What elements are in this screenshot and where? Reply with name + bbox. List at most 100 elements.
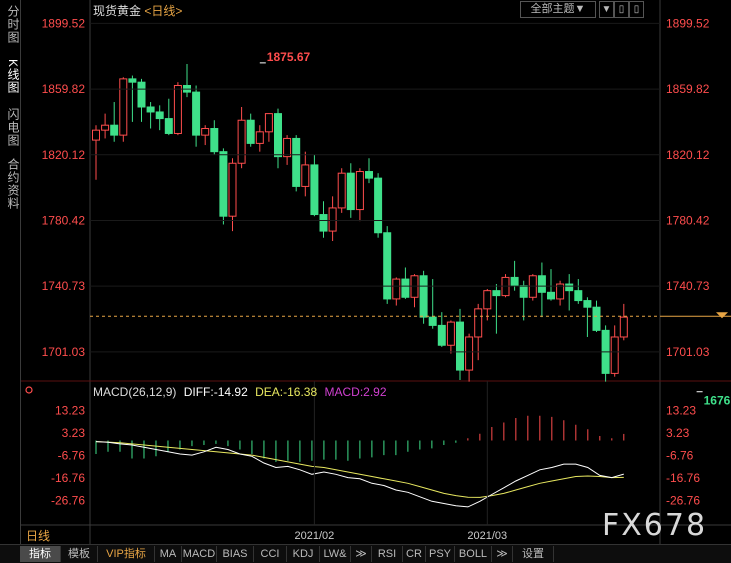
dea-value: DEA:-16.38 [255, 385, 318, 399]
candle-body [365, 171, 373, 179]
macd-tick-right: -16.76 [666, 471, 700, 485]
candle-body [446, 321, 455, 346]
macd-tick-right: 3.23 [666, 426, 690, 440]
candle-body [547, 291, 555, 300]
toolbar-tab-11[interactable]: CR [403, 546, 426, 562]
period-label[interactable]: 日线 [26, 527, 50, 544]
candle-body [110, 124, 119, 136]
toolbar-tab-1[interactable]: 模板 [61, 546, 98, 562]
macd-tick-left: -16.76 [51, 471, 85, 485]
sidebar-tab-kline[interactable]: K线图 [0, 54, 20, 100]
toolbar-tab-8[interactable]: LW& [320, 546, 351, 562]
chart-area: 1899.52 1899.52 1859.82 1859.82 1820.12 1820.… [20, 0, 731, 544]
candle-body [456, 321, 464, 371]
pane-close-icon [25, 386, 33, 394]
macd-tick-left: 3.23 [62, 426, 86, 440]
restore-button[interactable]: ▯ [614, 1, 629, 18]
toolbar-tab-9[interactable]: ≫ [351, 546, 372, 562]
current-price-marker-icon [716, 312, 728, 319]
price-tick-right: 1740.73 [666, 279, 710, 293]
macd-tick-right: -26.76 [666, 494, 700, 508]
candle-body [474, 308, 483, 338]
candle-body [565, 283, 574, 292]
toolbar-tab-10[interactable]: RSI [372, 546, 403, 562]
toolbar-tab-6[interactable]: CCI [254, 546, 287, 562]
macd-value: MACD:2.92 [324, 385, 387, 399]
toolbar-tab-12[interactable]: PSY [426, 546, 455, 562]
date-label: 2021/02 [295, 530, 335, 542]
candle-body [319, 214, 328, 232]
candle-body [401, 278, 410, 298]
toolbar-tab-13[interactable]: BOLL [455, 546, 492, 562]
price-tick-left: 1899.52 [42, 16, 86, 30]
candle-body [419, 275, 428, 318]
toolbar-tab-5[interactable]: BIAS [217, 546, 254, 562]
price-tick-left: 1701.03 [42, 345, 86, 359]
candle-body [519, 285, 528, 298]
toolbar-tab-3[interactable]: MA [155, 546, 182, 562]
chart-title: 现货黄金 <日线> [93, 2, 182, 19]
candle-body [374, 177, 383, 234]
candle-body [155, 111, 164, 120]
sidebar-tab-flash[interactable]: 闪电图 [0, 104, 20, 150]
candle-body [92, 129, 100, 141]
toolbar-tab-0[interactable]: 指标 [20, 546, 61, 562]
macd-pane [95, 415, 625, 508]
macd-axis: 13.23 13.23 3.23 3.23 -6.76 -6.76 -16.76 -16.76… [51, 404, 700, 508]
candle-body [337, 172, 346, 209]
candle-body [355, 171, 364, 211]
theme-dropdown[interactable]: 全部主题▼ [520, 1, 596, 18]
candle-body [619, 316, 628, 338]
candle-body [537, 275, 546, 293]
candle-body [292, 137, 301, 187]
watermark: FX678 [602, 508, 708, 543]
macd-tick-left: 13.23 [55, 404, 85, 418]
macd-tick-right: 13.23 [666, 404, 696, 418]
candle-body [301, 164, 310, 187]
symbol-name: 现货黄金 [93, 4, 142, 18]
sidebar-tab-timeshare[interactable]: 分时图 [0, 4, 20, 44]
toolbar-tab-14[interactable]: ≫ [492, 546, 513, 562]
maximize-button[interactable]: ▯ [629, 1, 644, 18]
date-axis: 2021/02 2021/03 [295, 381, 507, 542]
price-tick-right: 1899.52 [666, 16, 710, 30]
low-price-label: 1676.91 [704, 394, 731, 408]
sidebar-tab-contract[interactable]: 合约资料 [0, 154, 20, 214]
candle-body [146, 106, 155, 113]
candle-body [383, 232, 392, 300]
minimize-button[interactable]: ▼ [599, 1, 614, 18]
price-tick-left: 1740.73 [42, 279, 86, 293]
candle-body [164, 118, 173, 134]
macd-name: MACD(26,12,9) [93, 385, 177, 399]
candle-body [201, 128, 210, 136]
candle-body [246, 119, 255, 144]
toolbar-tab-4[interactable]: MACD [182, 546, 217, 562]
candle-body [237, 119, 246, 164]
candle-body [192, 91, 201, 136]
candle-body [610, 336, 619, 374]
candle-body [219, 151, 228, 217]
price-tick-right: 1820.12 [666, 148, 710, 162]
toolbar-tab-15[interactable]: 设置 [513, 546, 554, 562]
high-price-label: 1875.67 [267, 50, 311, 64]
macd-tick-right: -6.76 [666, 449, 694, 463]
macd-tick-left: -6.76 [58, 449, 86, 463]
candle-body [173, 84, 182, 134]
toolbar-tab-2[interactable]: VIP指标 [98, 546, 155, 562]
toolbar-tab-7[interactable]: KDJ [287, 546, 320, 562]
candle-body [255, 131, 264, 144]
left-sidebar: 分时图 K线图 闪电图 合约资料 [0, 0, 21, 544]
candle-body [492, 290, 501, 297]
candlestick-series [90, 63, 731, 382]
candle-body [592, 306, 601, 331]
period-selector[interactable]: <日线> [144, 4, 182, 18]
macd-tick-left: -26.76 [51, 494, 85, 508]
date-label: 2021/03 [467, 530, 507, 542]
candle-body [328, 207, 337, 232]
candle-body [437, 324, 446, 346]
candle-body [228, 162, 237, 217]
candle-body [119, 78, 128, 136]
price-tick-right: 1780.42 [666, 213, 710, 227]
price-tick-right: 1701.03 [666, 345, 710, 359]
price-tick-left: 1820.12 [42, 148, 86, 162]
